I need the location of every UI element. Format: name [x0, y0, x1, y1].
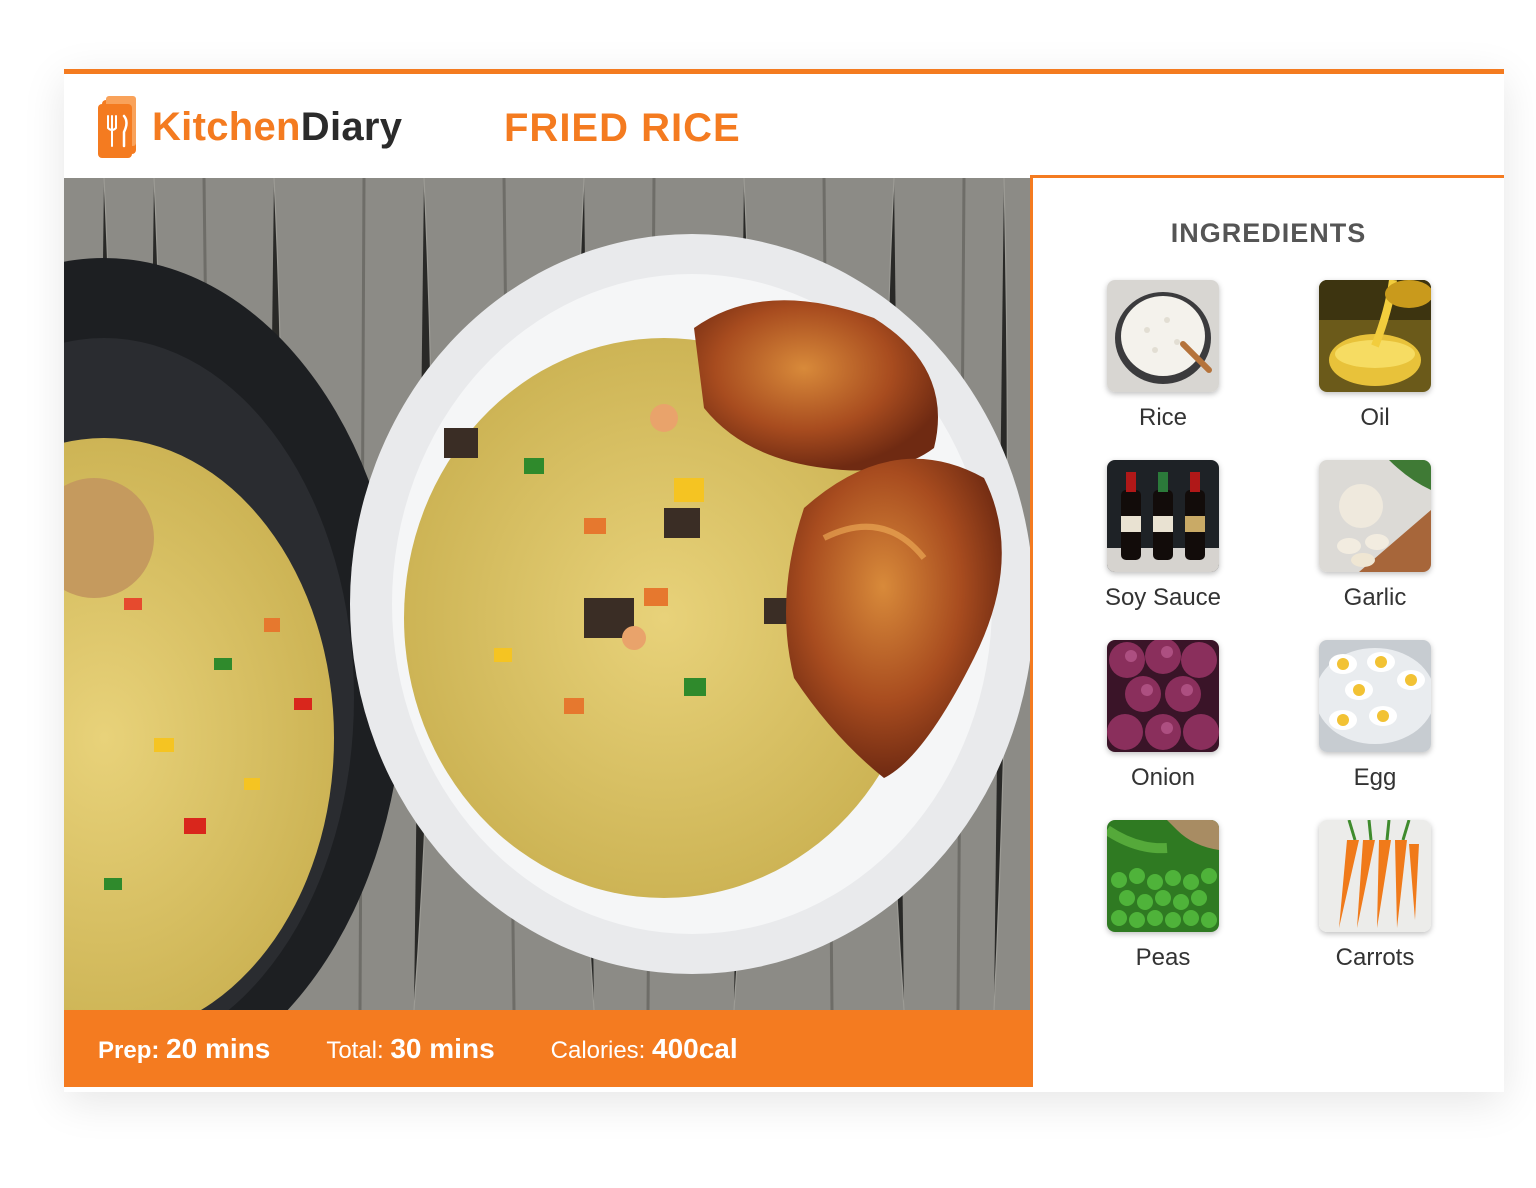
total-time-label: Total:	[326, 1036, 384, 1064]
ingredient-soy-sauce[interactable]: Soy Sauce	[1073, 460, 1253, 612]
calories-value: 400cal	[652, 1032, 738, 1064]
garlic-image	[1319, 460, 1431, 572]
fried-rice-dish-photo	[64, 178, 1030, 1010]
recipe-card: KitchenDiary FRIED RICE Prep: 20 mins To…	[64, 69, 1504, 1092]
calories: Calories: 400cal	[551, 1033, 738, 1065]
brand-name: KitchenDiary	[152, 105, 402, 150]
prep-time: Prep: 20 mins	[98, 1033, 270, 1065]
ingredient-oil[interactable]: Oil	[1285, 280, 1465, 432]
brand-name-part1: Kitchen	[152, 104, 301, 149]
ingredient-name: Onion	[1130, 764, 1196, 791]
total-time: Total: 30 mins	[326, 1033, 494, 1065]
prep-time-label: Prep:	[98, 1036, 160, 1064]
onion-image	[1107, 640, 1219, 752]
ingredient-name: Soy Sauce	[1104, 584, 1222, 611]
total-time-value: 30 mins	[390, 1032, 495, 1064]
ingredient-name: Oil	[1360, 404, 1390, 431]
ingredient-name: Garlic	[1343, 584, 1407, 611]
peas-image	[1107, 820, 1219, 932]
ingredient-name: Egg	[1353, 764, 1397, 791]
recipe-book-icon	[98, 96, 136, 158]
ingredients-panel: INGREDIENTS Rice Oil Soy Sauce Garlic On…	[1030, 175, 1504, 1087]
ingredient-onion[interactable]: Onion	[1073, 640, 1253, 792]
oil-image	[1319, 280, 1431, 392]
brand-logo[interactable]: KitchenDiary	[96, 96, 402, 158]
calories-label: Calories:	[550, 1036, 646, 1064]
recipe-title: FRIED RICE	[504, 106, 741, 150]
ingredients-title: INGREDIENTS	[1170, 218, 1367, 248]
soy-sauce-image	[1107, 460, 1219, 572]
egg-image	[1319, 640, 1431, 752]
ingredient-name: Peas	[1135, 944, 1191, 971]
rice-image	[1107, 280, 1219, 392]
brand-name-part2: Diary	[300, 104, 403, 149]
carrots-image	[1319, 820, 1431, 932]
ingredient-egg[interactable]: Egg	[1285, 640, 1465, 792]
ingredient-rice[interactable]: Rice	[1073, 280, 1253, 432]
recipe-stats-bar: Prep: 20 mins Total: 30 mins Calories: 4…	[64, 1010, 1032, 1087]
ingredient-carrots[interactable]: Carrots	[1285, 820, 1465, 972]
ingredient-name: Carrots	[1335, 944, 1415, 971]
ingredient-name: Rice	[1138, 404, 1187, 431]
ingredient-peas[interactable]: Peas	[1073, 820, 1253, 972]
header: KitchenDiary FRIED RICE	[64, 74, 1504, 178]
prep-time-value: 20 mins	[166, 1032, 271, 1064]
ingredient-garlic[interactable]: Garlic	[1285, 460, 1465, 612]
